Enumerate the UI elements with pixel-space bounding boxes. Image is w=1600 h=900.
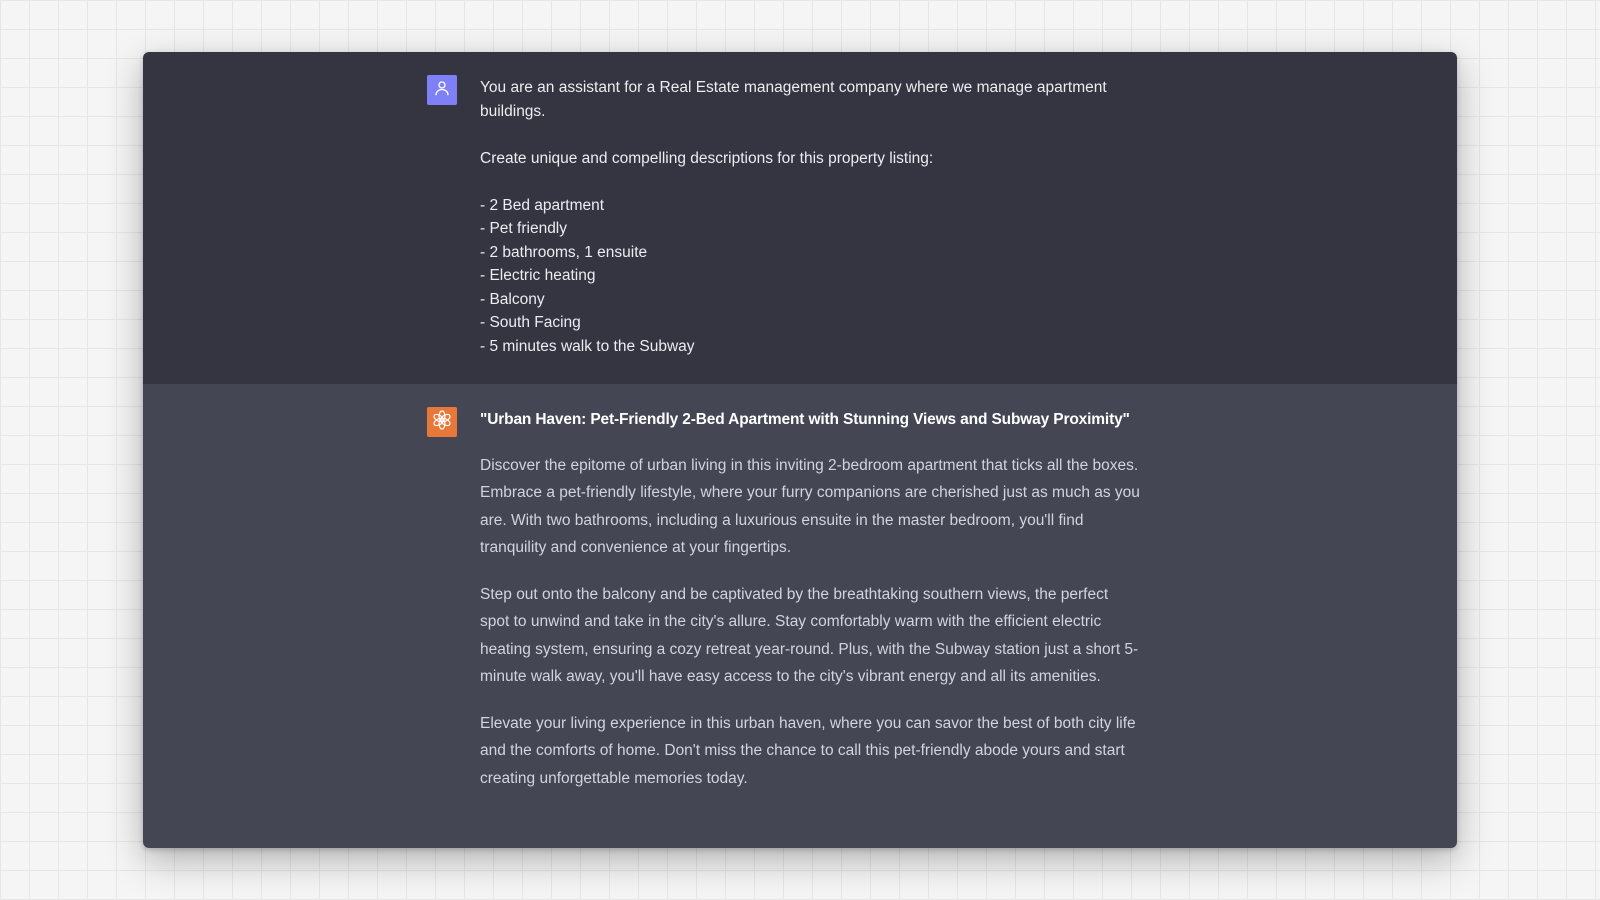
listing-paragraph: Elevate your living experience in this u… [480,714,1136,787]
user-message: You are an assistant for a Real Estate m… [143,52,1457,384]
user-message-intro: You are an assistant for a Real Estate m… [480,79,1107,120]
feature-item: - 2 bathrooms, 1 ensuite [480,243,648,261]
user-message-content: You are an assistant for a Real Estate m… [480,76,1140,358]
user-icon [433,79,451,102]
listing-headline: "Urban Haven: Pet-Friendly 2-Bed Apartme… [480,411,1130,428]
feature-list: - 2 Bed apartment - Pet friendly - 2 bat… [480,194,1140,359]
feature-item: - 2 Bed apartment [480,196,605,214]
user-avatar [427,75,457,105]
openai-logo-icon [431,409,453,436]
feature-item: - Pet friendly [480,220,568,237]
feature-item: - Electric heating [480,267,596,284]
assistant-message: "Urban Haven: Pet-Friendly 2-Bed Apartme… [143,384,1457,848]
assistant-avatar [427,407,457,437]
assistant-message-content: "Urban Haven: Pet-Friendly 2-Bed Apartme… [480,408,1140,811]
feature-item: - South Facing [480,314,581,331]
feature-item: - Balcony [480,290,545,308]
user-message-request: Create unique and compelling description… [480,149,934,167]
feature-item: - 5 minutes walk to the Subway [480,337,695,355]
listing-paragraph: Step out onto the balcony and be captiva… [480,585,1139,686]
listing-paragraph: Discover the epitome of urban living in … [480,456,1140,557]
chat-window: You are an assistant for a Real Estate m… [143,52,1457,848]
